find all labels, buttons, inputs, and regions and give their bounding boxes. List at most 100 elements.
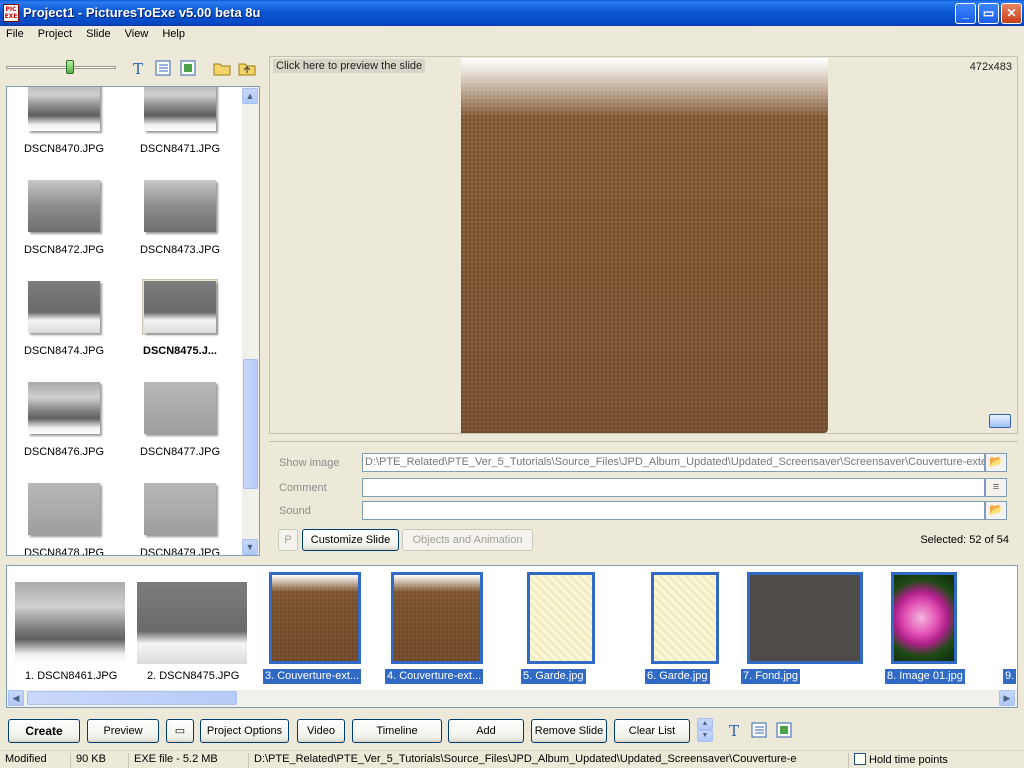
filmstrip-item[interactable]: 9. xyxy=(1003,566,1017,690)
grid-thumbnail[interactable] xyxy=(144,382,216,434)
objects-and-animation-button[interactable]: Objects and Animation xyxy=(402,529,533,551)
filmstrip-thumbnail[interactable] xyxy=(15,582,125,664)
browse-image-icon[interactable]: 📂 xyxy=(985,453,1007,472)
clear-list-button[interactable]: Clear List xyxy=(614,719,690,743)
grid-item[interactable]: DSCN8476.JPG xyxy=(9,378,119,478)
show-image-field[interactable]: D:\PTE_Related\PTE_Ver_5_Tutorials\Sourc… xyxy=(362,453,985,472)
filmstrip-thumbnail[interactable] xyxy=(269,572,361,664)
comment-edit-icon[interactable]: ≡ xyxy=(985,478,1007,497)
grid-thumbnail[interactable] xyxy=(144,281,216,333)
preview-button[interactable]: Preview xyxy=(87,719,159,743)
browse-sound-icon[interactable]: 📂 xyxy=(985,501,1007,520)
filmstrip-item-label: 2. DSCN8475.JPG xyxy=(147,670,240,682)
filmstrip-scroll-thumb[interactable] xyxy=(27,691,237,705)
close-button[interactable]: ✕ xyxy=(1001,3,1022,24)
title-bar[interactable]: PIC EXE Project1 - PicturesToExe v5.00 be… xyxy=(0,0,1024,26)
open-folder-icon[interactable] xyxy=(213,60,231,78)
thumbnail-view-icon[interactable] xyxy=(775,722,793,740)
checkbox-icon[interactable] xyxy=(854,753,866,765)
video-button[interactable]: Video xyxy=(297,719,345,743)
filmstrip-item-label: 4. Couverture-ext... xyxy=(385,669,484,684)
open-folder-icon[interactable] xyxy=(989,414,1011,428)
grid-thumbnail[interactable] xyxy=(28,483,100,535)
menu-help[interactable]: Help xyxy=(156,26,190,40)
scroll-left-icon[interactable]: ◀ xyxy=(8,690,24,706)
details-view-icon[interactable] xyxy=(750,722,768,740)
menu-bar: File Project Slide View Help xyxy=(0,26,1024,44)
grid-item[interactable]: DSCN8472.JPG xyxy=(9,176,119,276)
grid-thumbnail[interactable] xyxy=(28,382,100,434)
bottom-toolbar: Create Preview ▭ Project Options Video T… xyxy=(0,712,1024,748)
filmstrip-item[interactable]: 5. Garde.jpg xyxy=(521,566,613,690)
filmstrip-thumbnail[interactable] xyxy=(527,572,595,664)
filmstrip-item[interactable]: 6. Garde.jpg xyxy=(645,566,737,690)
thumbnail-size-slider[interactable] xyxy=(6,66,116,69)
filmstrip-item[interactable]: 8. Image 01.jpg xyxy=(885,566,975,690)
filmstrip-item[interactable]: 2. DSCN8475.JPG xyxy=(137,566,271,690)
grid-thumbnail[interactable] xyxy=(144,483,216,535)
grid-thumbnail[interactable] xyxy=(28,87,100,131)
grid-thumbnail[interactable] xyxy=(28,180,100,232)
status-exe-size: EXE file - 5.2 MB xyxy=(128,753,248,768)
scroll-right-icon[interactable]: ▶ xyxy=(999,690,1015,706)
grid-item[interactable]: DSCN8478.JPG xyxy=(9,479,119,555)
p-button[interactable]: P xyxy=(278,529,298,551)
grid-vertical-scrollbar[interactable]: ▲ ▼ xyxy=(242,87,259,555)
move-up-icon[interactable]: ▲ xyxy=(697,718,713,730)
scroll-up-icon[interactable]: ▲ xyxy=(242,88,258,104)
customize-slide-button[interactable]: Customize Slide xyxy=(302,529,399,551)
maximize-button[interactable]: ▭ xyxy=(978,3,999,24)
sound-field[interactable] xyxy=(362,501,985,520)
menu-view[interactable]: View xyxy=(119,26,154,40)
grid-thumbnail[interactable] xyxy=(28,281,100,333)
grid-item[interactable]: DSCN8477.JPG xyxy=(125,378,235,478)
slide-preview-panel[interactable]: Click here to preview the slide 472x483 xyxy=(269,56,1018,434)
filmstrip-item[interactable]: 3. Couverture-ext... xyxy=(263,566,379,690)
text-icon[interactable]: T xyxy=(129,60,147,78)
preview-hint[interactable]: Click here to preview the slide xyxy=(273,59,426,73)
grid-item[interactable]: DSCN8479.JPG xyxy=(125,479,235,555)
grid-item[interactable]: DSCN8473.JPG xyxy=(125,176,235,276)
window-title: Project1 - PicturesToExe v5.00 beta 8u xyxy=(23,5,261,20)
add-button[interactable]: Add xyxy=(448,719,524,743)
slide-preview-image[interactable] xyxy=(461,58,828,433)
filmstrip-item[interactable]: 4. Couverture-ext... xyxy=(385,566,501,690)
remove-slide-button[interactable]: Remove Slide xyxy=(531,719,607,743)
filmstrip-item[interactable]: 7. Fond.jpg xyxy=(741,566,881,690)
grid-item[interactable]: DSCN8471.JPG xyxy=(125,87,235,175)
grid-thumbnail[interactable] xyxy=(144,180,216,232)
minimize-button[interactable]: _ xyxy=(955,3,976,24)
text-icon[interactable]: T xyxy=(725,722,743,740)
filmstrip-thumbnail[interactable] xyxy=(891,572,957,664)
grid-thumbnail[interactable] xyxy=(144,87,216,131)
details-view-icon[interactable] xyxy=(154,60,172,78)
filmstrip-item[interactable]: 1. DSCN8461.JPG xyxy=(15,566,149,690)
hold-time-points-checkbox[interactable]: Hold time points xyxy=(848,753,1024,768)
create-button[interactable]: Create xyxy=(8,719,80,743)
slide-filmstrip[interactable]: 1. DSCN8461.JPG 2. DSCN8475.JPG 3. Couvert… xyxy=(6,565,1018,708)
timeline-button[interactable]: Timeline xyxy=(352,719,442,743)
comment-field[interactable] xyxy=(362,478,985,497)
thumbnail-size-slider-thumb[interactable] xyxy=(66,60,74,74)
scroll-down-icon[interactable]: ▼ xyxy=(242,539,258,555)
menu-slide[interactable]: Slide xyxy=(80,26,115,40)
menu-project[interactable]: Project xyxy=(32,26,77,40)
file-browser-grid[interactable]: DSCN8470.JPG DSCN8471.JPG DSCN8472.JPG DSCN… xyxy=(6,86,260,556)
grid-item[interactable]: DSCN8474.JPG xyxy=(9,277,119,377)
filmstrip-thumbnail[interactable] xyxy=(651,572,719,664)
grid-scroll-thumb[interactable] xyxy=(243,359,258,489)
filmstrip-thumbnail[interactable] xyxy=(137,582,247,664)
full-preview-icon[interactable]: ▭ xyxy=(166,719,194,743)
folder-up-icon[interactable] xyxy=(238,60,256,78)
project-options-button[interactable]: Project Options xyxy=(200,719,289,743)
menu-file[interactable]: File xyxy=(0,26,29,40)
filmstrip-thumbnail[interactable] xyxy=(391,572,483,664)
filmstrip-thumbnail[interactable] xyxy=(747,572,863,664)
grid-item[interactable]: DSCN8475.J... xyxy=(125,277,235,377)
filmstrip-horizontal-scrollbar[interactable]: ◀ ▶ xyxy=(7,690,1017,707)
move-down-icon[interactable]: ▼ xyxy=(697,730,713,742)
grid-item[interactable]: DSCN8470.JPG xyxy=(9,87,119,175)
thumbnail-view-icon[interactable] xyxy=(179,60,197,78)
slide-order-spinner[interactable]: ▲ ▼ xyxy=(697,718,713,742)
preview-size-readout: 472x483 xyxy=(969,61,1012,73)
